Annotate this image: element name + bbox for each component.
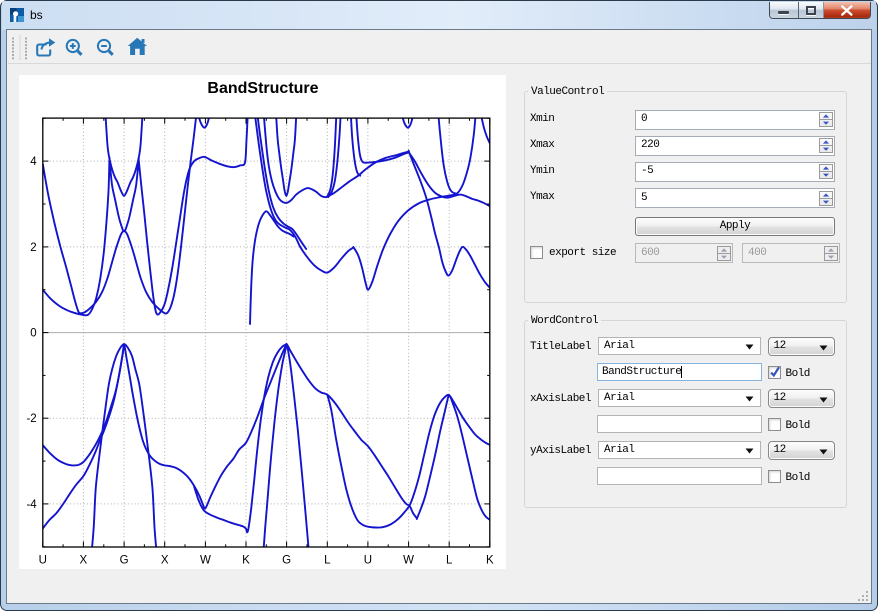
svg-text:K: K — [486, 555, 494, 567]
svg-text:W: W — [200, 555, 211, 567]
svg-text:4: 4 — [30, 156, 37, 168]
svg-text:G: G — [282, 555, 291, 567]
svg-text:X: X — [79, 555, 87, 567]
svg-text:U: U — [38, 555, 46, 567]
svg-text:K: K — [242, 555, 250, 567]
svg-text:0: 0 — [30, 328, 36, 340]
svg-text:L: L — [324, 555, 331, 567]
svg-text:2: 2 — [30, 242, 36, 254]
svg-text:-4: -4 — [26, 499, 37, 511]
svg-text:L: L — [446, 555, 453, 567]
svg-text:BandStructure: BandStructure — [207, 80, 318, 97]
svg-text:G: G — [119, 555, 128, 567]
svg-text:U: U — [364, 555, 372, 567]
svg-text:X: X — [161, 555, 169, 567]
svg-text:-2: -2 — [26, 413, 36, 425]
svg-text:W: W — [403, 555, 414, 567]
